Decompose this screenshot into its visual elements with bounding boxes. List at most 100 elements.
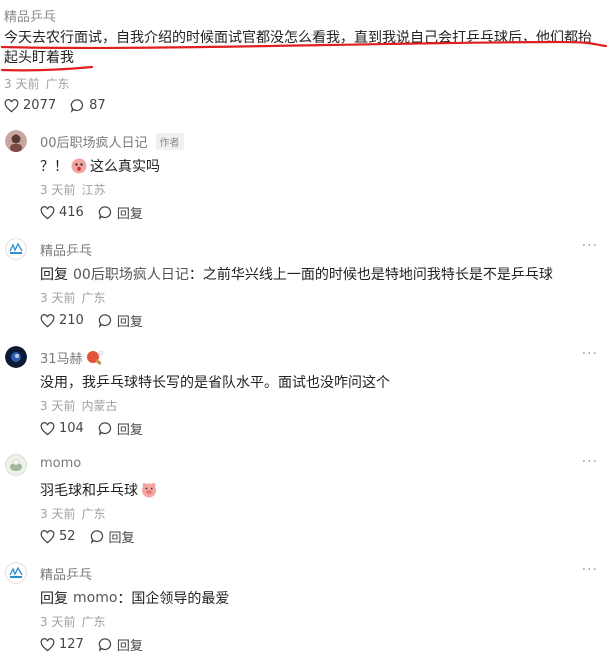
avatar[interactable] xyxy=(5,238,27,260)
comment-author: momo xyxy=(40,456,81,471)
comment-actions: 104 回复 xyxy=(40,419,157,438)
comment-text-body: 羽毛球和乒乓球 xyxy=(40,483,138,499)
comment-text-suffix: 这么真实吗 xyxy=(90,159,160,175)
post-location: 广东 xyxy=(45,77,70,91)
comment-item: 精品乒乓 ··· 回复 momo ：国企领导的最爱 3 天前 广东 127 回复 xyxy=(0,562,608,656)
comment-meta: 3 天前 广东 xyxy=(40,613,111,630)
comment-text-body: 没用，我乒乓球特长写的是省队水平。面试也没咋问这个 xyxy=(40,375,390,391)
comment-author-name[interactable]: 精品乒乓 xyxy=(40,240,92,259)
comment-actions: 210 回复 xyxy=(40,311,157,330)
comment-like-button[interactable]: 210 xyxy=(40,313,84,328)
comment-text: 羽毛球和乒乓球 xyxy=(40,480,160,500)
speech-bubble-icon xyxy=(90,530,103,544)
post-time: 3 天前 xyxy=(4,77,40,91)
comment-like-count: 104 xyxy=(59,421,84,436)
comment-text-prefix: ？！ xyxy=(40,159,68,175)
post-text-line2: 起头盯着我 xyxy=(4,50,74,66)
more-dots-icon[interactable]: ··· xyxy=(582,454,598,470)
reply-label: 回复 xyxy=(108,531,135,546)
comment-time: 3 天前 xyxy=(40,615,76,629)
post-like-count: 2077 xyxy=(23,98,57,113)
comment-text: 没用，我乒乓球特长写的是省队水平。面试也没咋问这个 xyxy=(40,372,390,392)
comment-item: 精品乒乓 ··· 回复 00后职场疯人日记 ：之前华兴线上一面的时候也是特地问我… xyxy=(0,238,608,346)
comment-author: 精品乒乓 xyxy=(40,240,92,259)
speech-bubble-icon xyxy=(98,206,111,220)
speech-bubble-icon xyxy=(98,422,111,436)
comment-actions: 52 回复 xyxy=(40,527,149,546)
ping-pong-paddle-icon xyxy=(86,350,103,365)
author-badge: 作者 xyxy=(155,133,184,150)
post: 精品乒乓 今天去农行面试，自我介绍的时候面试官都没怎么看我，直到我说自己会打乒乓… xyxy=(0,0,608,128)
post-comment-count: 87 xyxy=(89,98,106,113)
comment-author-name[interactable]: 00后职场疯人日记 xyxy=(40,132,148,151)
comment-location: 江苏 xyxy=(81,183,106,197)
more-dots-icon[interactable]: ··· xyxy=(582,346,598,362)
reply-label: 回复 xyxy=(116,315,143,330)
more-dots-icon[interactable]: ··· xyxy=(582,562,598,578)
reply-label: 回复 xyxy=(116,639,143,654)
speech-bubble-icon xyxy=(98,314,111,328)
comment-reply-button[interactable]: 回复 xyxy=(90,527,135,546)
comment-reply-button[interactable]: 回复 xyxy=(98,203,143,222)
comment-author-name[interactable]: momo xyxy=(40,456,81,471)
surprised-emoji-icon xyxy=(71,158,87,174)
comment-meta: 3 天前 广东 xyxy=(40,289,111,306)
comment-author: 00后职场疯人日记 作者 xyxy=(40,132,184,151)
post-author[interactable]: 精品乒乓 xyxy=(4,6,56,25)
heart-outline-icon xyxy=(4,98,19,112)
avatar[interactable] xyxy=(5,454,27,476)
mention-link[interactable]: momo xyxy=(73,590,117,606)
avatar[interactable] xyxy=(5,130,27,152)
comment-actions: 127 回复 xyxy=(40,635,157,654)
comment-text-body: ：之前华兴线上一面的时候也是特地问我特长是不是乒乓球 xyxy=(188,267,553,283)
heart-outline-icon xyxy=(40,529,55,543)
comment-like-button[interactable]: 52 xyxy=(40,529,76,544)
comment-like-count: 210 xyxy=(59,313,84,328)
comment-like-count: 127 xyxy=(59,637,84,652)
comment-text-body: ：国企领导的最爱 xyxy=(117,591,230,607)
comment-author-name[interactable]: 精品乒乓 xyxy=(40,564,92,583)
comment-text: 回复 00后职场疯人日记 ：之前华兴线上一面的时候也是特地问我特长是不是乒乓球 xyxy=(40,264,553,284)
comment-time: 3 天前 xyxy=(40,183,76,197)
comment-like-button[interactable]: 416 xyxy=(40,205,84,220)
comment-reply-button[interactable]: 回复 xyxy=(98,311,143,330)
comment-meta: 3 天前 内蒙古 xyxy=(40,397,123,414)
comment-location: 广东 xyxy=(81,507,106,521)
comment-meta: 3 天前 广东 xyxy=(40,505,111,522)
post-text-line1: 今天去农行面试，自我介绍的时候面试官都没怎么看我，直到我说自己会打乒乓球后，他们… xyxy=(4,30,592,46)
post-like-button[interactable]: 2077 xyxy=(4,98,56,113)
comment-text: 回复 momo ：国企领导的最爱 xyxy=(40,588,229,608)
comment-like-button[interactable]: 127 xyxy=(40,637,84,652)
speech-bubble-icon xyxy=(98,638,111,652)
mention-link[interactable]: 00后职场疯人日记 xyxy=(73,264,189,284)
comment-reply-button[interactable]: 回复 xyxy=(98,419,143,438)
post-text: 今天去农行面试，自我介绍的时候面试官都没怎么看我，直到我说自己会打乒乓球后，他们… xyxy=(4,28,604,68)
pig-emoji-icon xyxy=(141,482,157,498)
heart-outline-icon xyxy=(40,205,55,219)
comment-author-name[interactable]: 31马赫 xyxy=(40,348,83,367)
comment-like-count: 52 xyxy=(59,529,76,544)
comment-item: 00后职场疯人日记 作者 ？！ 这么真实吗 3 天前 江苏 416 回复 xyxy=(0,130,608,238)
heart-outline-icon xyxy=(40,637,55,651)
comment-time: 3 天前 xyxy=(40,507,76,521)
avatar[interactable] xyxy=(5,346,27,368)
comment-text: ？！ 这么真实吗 xyxy=(40,156,160,176)
speech-bubble-icon xyxy=(70,99,84,113)
more-dots-icon[interactable]: ··· xyxy=(582,238,598,254)
comment-reply-button[interactable]: 回复 xyxy=(98,635,143,654)
comment-like-button[interactable]: 104 xyxy=(40,421,84,436)
post-meta: 3 天前 广东 xyxy=(4,75,75,92)
post-actions: 2077 87 xyxy=(4,98,120,113)
reply-label: 回复 xyxy=(116,207,143,222)
comment-author: 精品乒乓 xyxy=(40,564,92,583)
avatar[interactable] xyxy=(5,562,27,584)
comment-location: 广东 xyxy=(81,615,106,629)
post-comment-button[interactable]: 87 xyxy=(70,98,106,113)
comment-item: 31马赫 ··· 没用，我乒乓球特长写的是省队水平。面试也没咋问这个 3 天前内… xyxy=(0,346,608,454)
comment-actions: 416 回复 xyxy=(40,203,157,222)
comment-time: 3 天前 xyxy=(40,399,76,413)
heart-outline-icon xyxy=(40,421,55,435)
heart-outline-icon xyxy=(40,313,55,327)
comment-location: 内蒙古 xyxy=(81,399,118,413)
comment-time: 3 天前 xyxy=(40,291,76,305)
